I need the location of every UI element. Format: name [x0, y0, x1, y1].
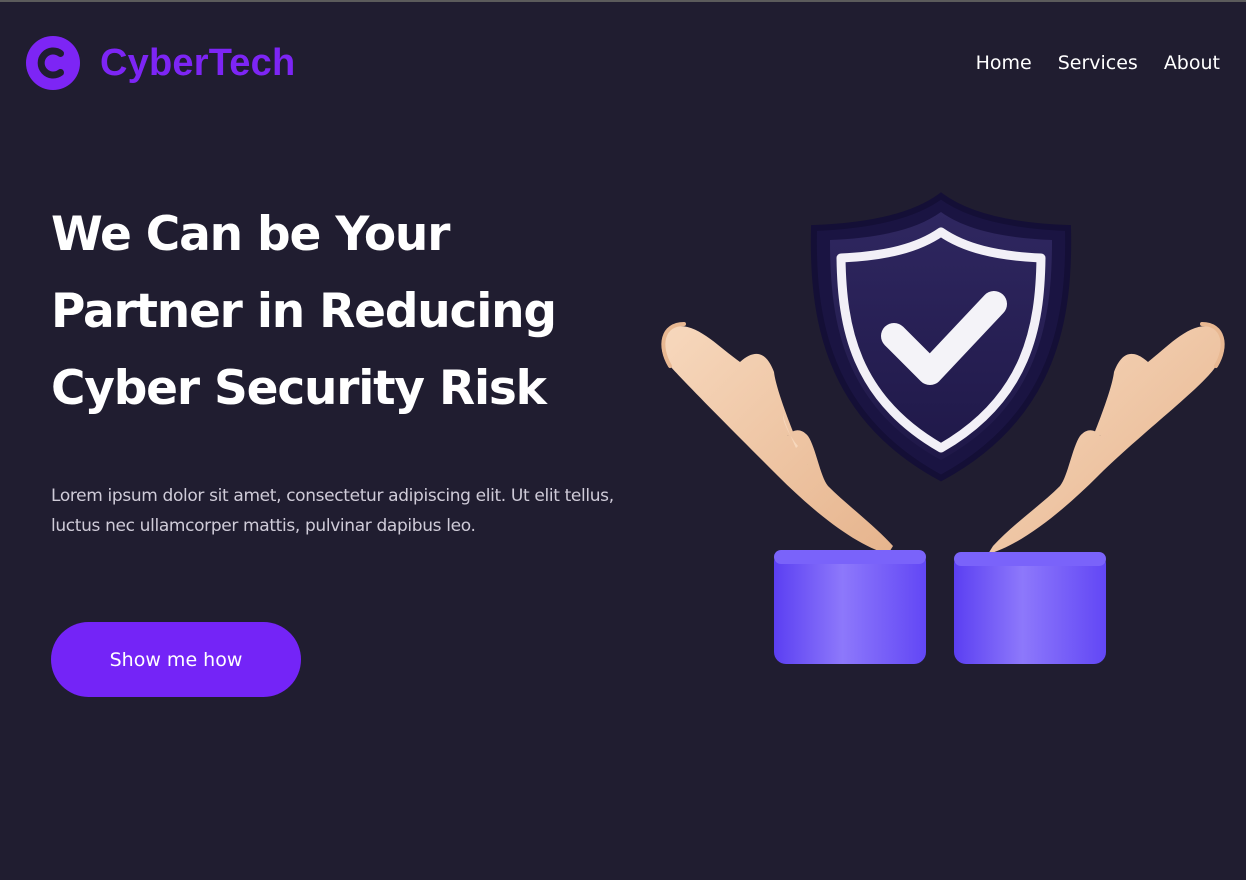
- brand-name: CyberTech: [100, 42, 296, 84]
- main-nav: Home Services About: [976, 48, 1220, 78]
- hero-title-line-3: Cyber Security Risk: [51, 361, 547, 416]
- hero-title-line-2: Partner in Reducing: [51, 284, 557, 339]
- brand-logo-icon: [26, 36, 80, 90]
- shield-check-icon: [810, 192, 1072, 482]
- hero-title: We Can be Your Partner in Reducing Cyber…: [51, 196, 611, 427]
- window-top-border: [0, 0, 1246, 2]
- brand-logo[interactable]: CyberTech: [26, 36, 295, 90]
- security-illustration: [661, 192, 1225, 664]
- show-me-how-button[interactable]: Show me how: [51, 622, 301, 697]
- hero-title-line-1: We Can be Your: [51, 207, 450, 262]
- nav-about[interactable]: About: [1164, 48, 1220, 78]
- nav-services[interactable]: Services: [1058, 48, 1138, 78]
- hero-description: Lorem ipsum dolor sit amet, consectetur …: [51, 486, 614, 536]
- nav-home[interactable]: Home: [976, 48, 1032, 78]
